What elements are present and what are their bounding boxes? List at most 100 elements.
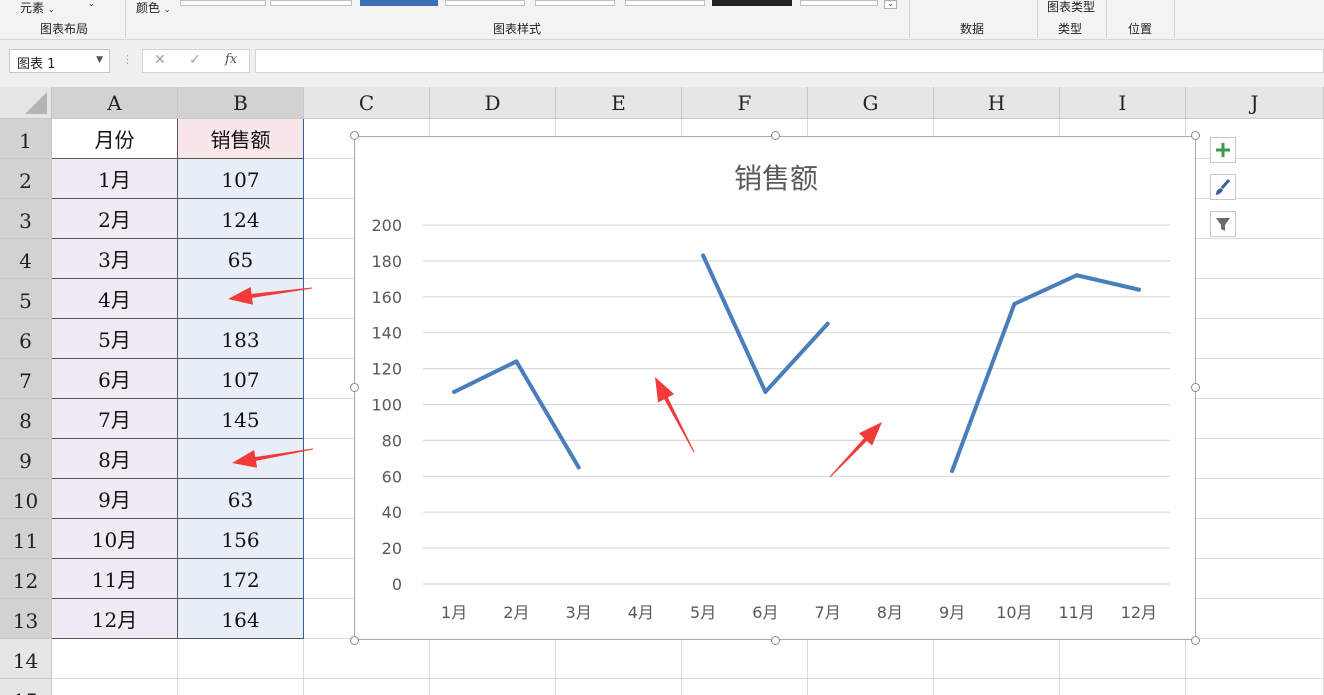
- resize-handle[interactable]: [771, 636, 780, 645]
- month-cell[interactable]: 12月: [52, 599, 178, 639]
- ribbon-add-chart-element[interactable]: 元素 ⌄: [20, 0, 55, 16]
- row-header-7[interactable]: 7: [0, 359, 52, 399]
- chart-style-thumb-1[interactable]: [180, 0, 266, 6]
- resize-handle[interactable]: [350, 636, 359, 645]
- resize-handle[interactable]: [350, 383, 359, 392]
- empty-cell[interactable]: [1186, 319, 1324, 359]
- row-header-9[interactable]: 9: [0, 439, 52, 479]
- sales-cell[interactable]: 63: [178, 479, 304, 519]
- empty-cell[interactable]: [1186, 479, 1324, 519]
- sales-cell[interactable]: 156: [178, 519, 304, 559]
- chart-styles-button[interactable]: [1210, 174, 1236, 200]
- month-cell[interactable]: 1月: [52, 159, 178, 199]
- column-header-c[interactable]: C: [304, 87, 430, 119]
- month-cell[interactable]: 4月: [52, 279, 178, 319]
- row-header-12[interactable]: 12: [0, 559, 52, 599]
- empty-cell[interactable]: [1186, 599, 1324, 639]
- row-header-4[interactable]: 4: [0, 239, 52, 279]
- month-cell[interactable]: 9月: [52, 479, 178, 519]
- resize-handle[interactable]: [1191, 383, 1200, 392]
- empty-cell[interactable]: [1186, 199, 1324, 239]
- change-chart-type-button[interactable]: 图表类型: [1047, 0, 1095, 15]
- column-header-j[interactable]: J: [1186, 87, 1324, 119]
- month-cell[interactable]: 5月: [52, 319, 178, 359]
- empty-cell[interactable]: [304, 639, 430, 679]
- row-header-11[interactable]: 11: [0, 519, 52, 559]
- chart-style-thumb-7[interactable]: [712, 0, 792, 6]
- empty-cell[interactable]: [808, 679, 934, 695]
- empty-cell[interactable]: [178, 679, 304, 695]
- column-header-d[interactable]: D: [430, 87, 556, 119]
- column-header-i[interactable]: I: [1060, 87, 1186, 119]
- empty-cell[interactable]: [1186, 239, 1324, 279]
- styles-more-button[interactable]: ⌄: [884, 0, 897, 9]
- resize-handle[interactable]: [771, 131, 780, 140]
- cancel-icon[interactable]: ✕: [154, 52, 166, 68]
- empty-cell[interactable]: [556, 639, 682, 679]
- sales-cell[interactable]: 65: [178, 239, 304, 279]
- empty-cell[interactable]: [178, 639, 304, 679]
- sales-cell[interactable]: 172: [178, 559, 304, 599]
- sales-cell[interactable]: [178, 279, 304, 319]
- empty-cell[interactable]: [556, 679, 682, 695]
- empty-cell[interactable]: [682, 639, 808, 679]
- column-header-a[interactable]: A: [52, 87, 178, 119]
- chart-style-thumb-3[interactable]: [360, 0, 438, 6]
- month-cell[interactable]: 8月: [52, 439, 178, 479]
- empty-cell[interactable]: [52, 679, 178, 695]
- enter-icon[interactable]: ✓: [189, 52, 201, 68]
- chart-style-thumb-4[interactable]: [445, 0, 525, 6]
- row-header-5[interactable]: 5: [0, 279, 52, 319]
- header-cell-sales[interactable]: 销售额: [178, 119, 304, 159]
- resize-handle[interactable]: [350, 131, 359, 140]
- empty-cell[interactable]: [304, 679, 430, 695]
- empty-cell[interactable]: [1186, 359, 1324, 399]
- row-header-2[interactable]: 2: [0, 159, 52, 199]
- sales-cell[interactable]: [178, 439, 304, 479]
- sales-cell[interactable]: 145: [178, 399, 304, 439]
- empty-cell[interactable]: [1186, 639, 1324, 679]
- quick-layout-dropdown[interactable]: ⌄: [88, 0, 95, 8]
- resize-handle[interactable]: [1191, 131, 1200, 140]
- month-cell[interactable]: 6月: [52, 359, 178, 399]
- row-header-10[interactable]: 10: [0, 479, 52, 519]
- empty-cell[interactable]: [1060, 639, 1186, 679]
- name-box[interactable]: 图表 1 ▼: [9, 49, 110, 73]
- empty-cell[interactable]: [934, 679, 1060, 695]
- empty-cell[interactable]: [1186, 559, 1324, 599]
- empty-cell[interactable]: [1186, 279, 1324, 319]
- empty-cell[interactable]: [430, 639, 556, 679]
- row-header-6[interactable]: 6: [0, 319, 52, 359]
- chart-style-thumb-5[interactable]: [535, 0, 615, 6]
- row-header-14[interactable]: 14: [0, 639, 52, 679]
- resize-handle[interactable]: [1191, 636, 1200, 645]
- sales-cell[interactable]: 164: [178, 599, 304, 639]
- empty-cell[interactable]: [808, 639, 934, 679]
- header-cell-month[interactable]: 月份: [52, 119, 178, 159]
- sales-cell[interactable]: 107: [178, 359, 304, 399]
- month-cell[interactable]: 3月: [52, 239, 178, 279]
- row-header-15[interactable]: 15: [0, 679, 52, 695]
- row-header-1[interactable]: 1: [0, 119, 52, 159]
- chart-filters-button[interactable]: [1210, 211, 1236, 237]
- empty-cell[interactable]: [1186, 159, 1324, 199]
- column-header-h[interactable]: H: [934, 87, 1060, 119]
- empty-cell[interactable]: [430, 679, 556, 695]
- chart-elements-button[interactable]: [1210, 137, 1236, 163]
- column-header-b[interactable]: B: [178, 87, 304, 119]
- empty-cell[interactable]: [1186, 519, 1324, 559]
- row-header-3[interactable]: 3: [0, 199, 52, 239]
- empty-cell[interactable]: [52, 639, 178, 679]
- empty-cell[interactable]: [1060, 679, 1186, 695]
- select-all-corner[interactable]: [0, 87, 52, 119]
- empty-cell[interactable]: [934, 639, 1060, 679]
- empty-cell[interactable]: [682, 679, 808, 695]
- empty-cell[interactable]: [1186, 399, 1324, 439]
- row-header-13[interactable]: 13: [0, 599, 52, 639]
- column-header-e[interactable]: E: [556, 87, 682, 119]
- column-header-g[interactable]: G: [808, 87, 934, 119]
- month-cell[interactable]: 10月: [52, 519, 178, 559]
- sales-cell[interactable]: 107: [178, 159, 304, 199]
- sales-cell[interactable]: 124: [178, 199, 304, 239]
- line-chart[interactable]: 销售额 0 20 40 60 80 100 120 140 160 180 200 1月 2月 3月 4月 5月…: [354, 136, 1196, 640]
